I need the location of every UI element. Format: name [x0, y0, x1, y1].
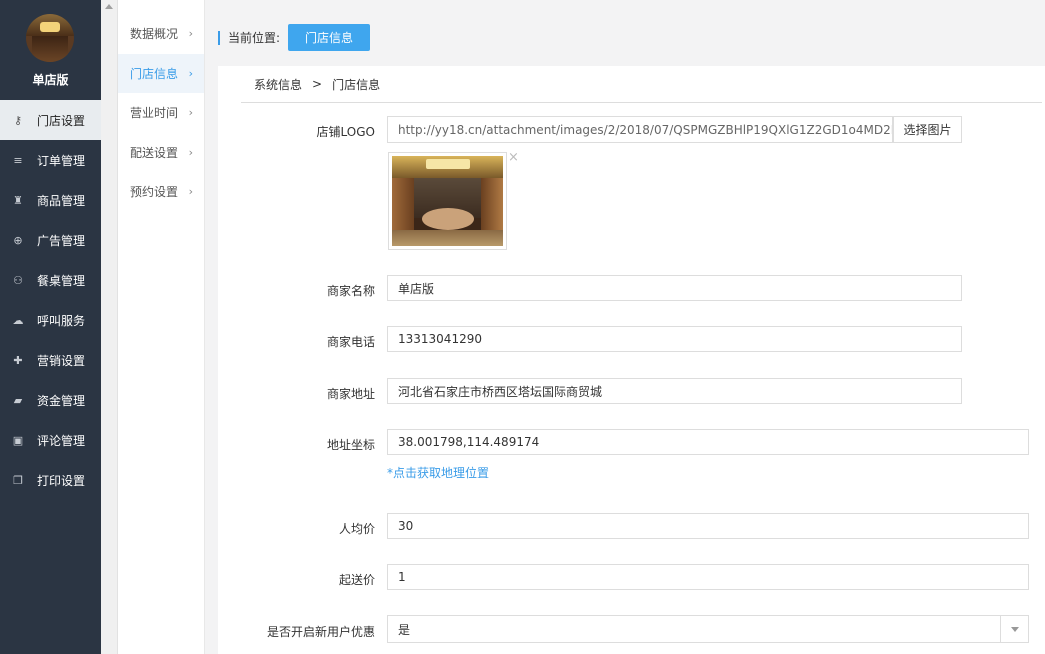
- subnav-item-label: 门店信息: [130, 66, 179, 81]
- new-user-discount-label: 是否开启新用户优惠: [266, 625, 375, 639]
- merchant-name-label: 商家名称: [326, 284, 375, 298]
- merchant-address-input[interactable]: 河北省石家庄市桥西区塔坛国际商贸城: [387, 378, 962, 404]
- sidebar-item-label: 营销设置: [37, 353, 86, 368]
- chevron-right-icon: ›: [188, 106, 193, 120]
- sidebar-item-1[interactable]: ≡ 订单管理: [0, 140, 101, 180]
- sidebar-item-9[interactable]: ❐ 打印设置: [0, 460, 101, 500]
- chevron-right-icon: ›: [188, 66, 193, 80]
- sidebar-item-label: 订单管理: [37, 153, 86, 168]
- sidebar-item-label: 商品管理: [37, 193, 86, 208]
- subnav-item-1[interactable]: 门店信息 ›: [118, 53, 204, 93]
- gift-icon: ✚: [13, 353, 23, 367]
- book-icon: ▰: [13, 393, 23, 407]
- main-menu: ⚷ 门店设置 ≡ 订单管理 ♜ 商品管理 ⊕ 广告管理 ⚇ 餐桌管理 ☁ 呼叫服务 ✚ 营销设置 ▰ 资金管理…: [0, 100, 101, 500]
- breadcrumb-separator: >: [312, 77, 323, 91]
- average-price-input[interactable]: 30: [387, 513, 1029, 539]
- sidebar-item-2[interactable]: ♜ 商品管理: [0, 180, 101, 220]
- subnav-item-2[interactable]: 营业时间 ›: [118, 93, 204, 133]
- lifebuoy-icon: ⊕: [13, 233, 23, 247]
- binoculars-icon: ⚇: [13, 273, 23, 287]
- sidebar-item-label: 呼叫服务: [37, 313, 86, 328]
- breadcrumb-root[interactable]: 系统信息: [254, 76, 302, 93]
- trophy-icon: ♜: [13, 193, 23, 207]
- chevron-down-icon[interactable]: [1000, 616, 1028, 642]
- key-icon: ⚷: [13, 113, 23, 127]
- breadcrumb-current: 门店信息: [332, 77, 381, 92]
- min-order-label: 起送价: [338, 573, 375, 587]
- subnav-item-label: 营业时间: [130, 106, 179, 121]
- sidebar-item-0[interactable]: ⚷ 门店设置: [0, 100, 101, 140]
- logo-url-input[interactable]: http://yy18.cn/attachment/images/2/2018/…: [387, 116, 893, 143]
- sidebar-item-label: 广告管理: [37, 233, 86, 248]
- location-label: 当前位置:: [228, 31, 281, 45]
- breadcrumb: 系统信息 > 门店信息: [241, 66, 1042, 103]
- main-sidebar: 单店版 ⚷ 门店设置 ≡ 订单管理 ♜ 商品管理 ⊕ 广告管理 ⚇ 餐桌管理 ☁ 呼叫服务 ✚ 营销设置 ▰…: [0, 0, 101, 654]
- coordinates-input[interactable]: 38.001798,114.489174: [387, 429, 1029, 455]
- merchant-phone-label: 商家电话: [326, 335, 375, 349]
- cloud-icon: ☁: [12, 313, 24, 327]
- min-order-input[interactable]: 1: [387, 564, 1029, 590]
- sidebar-item-label: 门店设置: [37, 113, 86, 128]
- sidebar-item-label: 打印设置: [37, 473, 86, 488]
- sidebar-item-5[interactable]: ☁ 呼叫服务: [0, 300, 101, 340]
- chevron-right-icon: ›: [188, 185, 193, 199]
- sidebar-item-8[interactable]: ▣ 评论管理: [0, 420, 101, 460]
- chevron-right-icon: ›: [188, 145, 193, 159]
- new-user-discount-select[interactable]: 是: [387, 615, 1029, 643]
- chevron-right-icon: ›: [188, 27, 193, 41]
- subnav-item-label: 数据概况: [130, 27, 179, 42]
- merchant-name-input[interactable]: 单店版: [387, 275, 962, 301]
- merchant-address-label: 商家地址: [326, 387, 375, 401]
- get-location-link[interactable]: *点击获取地理位置: [387, 464, 489, 481]
- sidebar-item-4[interactable]: ⚇ 餐桌管理: [0, 260, 101, 300]
- sidebar-item-label: 资金管理: [37, 393, 86, 408]
- sidebar-item-6[interactable]: ✚ 营销设置: [0, 340, 101, 380]
- store-name: 单店版: [32, 73, 69, 87]
- average-price-label: 人均价: [338, 522, 375, 536]
- coordinates-label: 地址坐标: [326, 438, 375, 452]
- money-icon: ▣: [12, 433, 24, 447]
- location-bar: 当前位置: 门店信息: [218, 24, 371, 51]
- sidebar-item-3[interactable]: ⊕ 广告管理: [0, 220, 101, 260]
- store-avatar: [26, 14, 74, 62]
- merchant-phone-input[interactable]: 13313041290: [387, 326, 962, 352]
- list-icon: ≡: [13, 153, 23, 167]
- store-info-panel: 系统信息 > 门店信息 店铺LOGO http://yy18.cn/attach…: [218, 66, 1045, 654]
- subnav-item-label: 配送设置: [130, 145, 179, 160]
- restaurant-interior-image: [392, 156, 503, 246]
- scrollbar[interactable]: [101, 0, 118, 654]
- sidebar-item-label: 评论管理: [37, 433, 86, 448]
- subnav-item-0[interactable]: 数据概况 ›: [118, 14, 204, 54]
- subnav-item-4[interactable]: 预约设置 ›: [118, 172, 204, 212]
- logo-label: 店铺LOGO: [316, 125, 375, 139]
- subnav-item-label: 预约设置: [130, 185, 179, 200]
- sidebar-item-7[interactable]: ▰ 资金管理: [0, 380, 101, 420]
- subnav-item-3[interactable]: 配送设置 ›: [118, 133, 204, 173]
- remove-image-close-icon[interactable]: ×: [508, 150, 519, 165]
- copy-icon: ❐: [13, 473, 23, 487]
- choose-image-button[interactable]: 选择图片: [893, 116, 962, 143]
- location-current-button[interactable]: 门店信息: [288, 24, 371, 51]
- location-accent-bar: [218, 30, 220, 45]
- sub-navigation: 数据概况 › 门店信息 › 营业时间 › 配送设置 › 预约设置 ›: [118, 0, 205, 654]
- scroll-up-arrow-icon[interactable]: [105, 4, 113, 9]
- logo-thumbnail: [388, 152, 507, 250]
- sidebar-item-label: 餐桌管理: [37, 273, 86, 288]
